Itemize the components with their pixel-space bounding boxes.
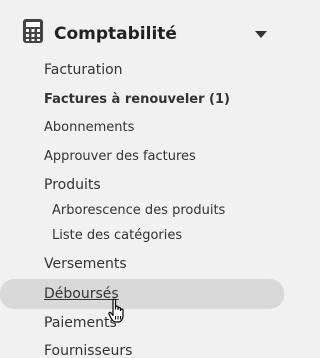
menu-item-label: Liste des catégories — [52, 228, 183, 243]
menu-item-label: Facturation — [44, 62, 123, 78]
section-header-comptabilite[interactable]: Comptabilité — [0, 14, 287, 58]
menu-item-paiements[interactable]: Paiements — [0, 309, 287, 337]
submenu-item-liste-des-categories[interactable]: Liste des catégories — [0, 222, 287, 250]
menu-item-factures-a-renouveler[interactable]: Factures à renouveler (1) — [0, 86, 287, 114]
menu-item-versements[interactable]: Versements — [0, 250, 287, 278]
menu-item-label: Approuver des factures — [44, 149, 196, 164]
calculator-icon — [23, 19, 43, 43]
submenu-item-arborescence-des-produits[interactable]: Arborescence des produits — [0, 197, 287, 225]
menu-item-label: Paiements — [44, 315, 117, 331]
menu-item-label: Fournisseurs — [44, 343, 133, 358]
section-title: Comptabilité — [54, 24, 177, 44]
menu-item-label: Abonnements — [44, 120, 135, 135]
menu-item-approuver-des-factures[interactable]: Approuver des factures — [0, 143, 287, 171]
accounting-menu: Comptabilité Facturation Factures à reno… — [0, 0, 287, 358]
caret-down-icon[interactable] — [255, 31, 267, 39]
menu-item-facturation[interactable]: Facturation — [0, 56, 287, 84]
menu-item-label: Factures à renouveler (1) — [44, 92, 230, 107]
menu-item-label: Produits — [44, 177, 101, 193]
menu-item-label: Arborescence des produits — [52, 203, 226, 218]
menu-item-produits[interactable]: Produits — [0, 171, 287, 199]
menu-item-fournisseurs[interactable]: Fournisseurs — [0, 337, 287, 358]
menu-item-debourses[interactable]: Déboursés — [0, 279, 284, 309]
menu-item-abonnements[interactable]: Abonnements — [0, 114, 287, 142]
hand-pointer-icon — [108, 298, 124, 323]
menu-item-label: Versements — [44, 256, 127, 272]
